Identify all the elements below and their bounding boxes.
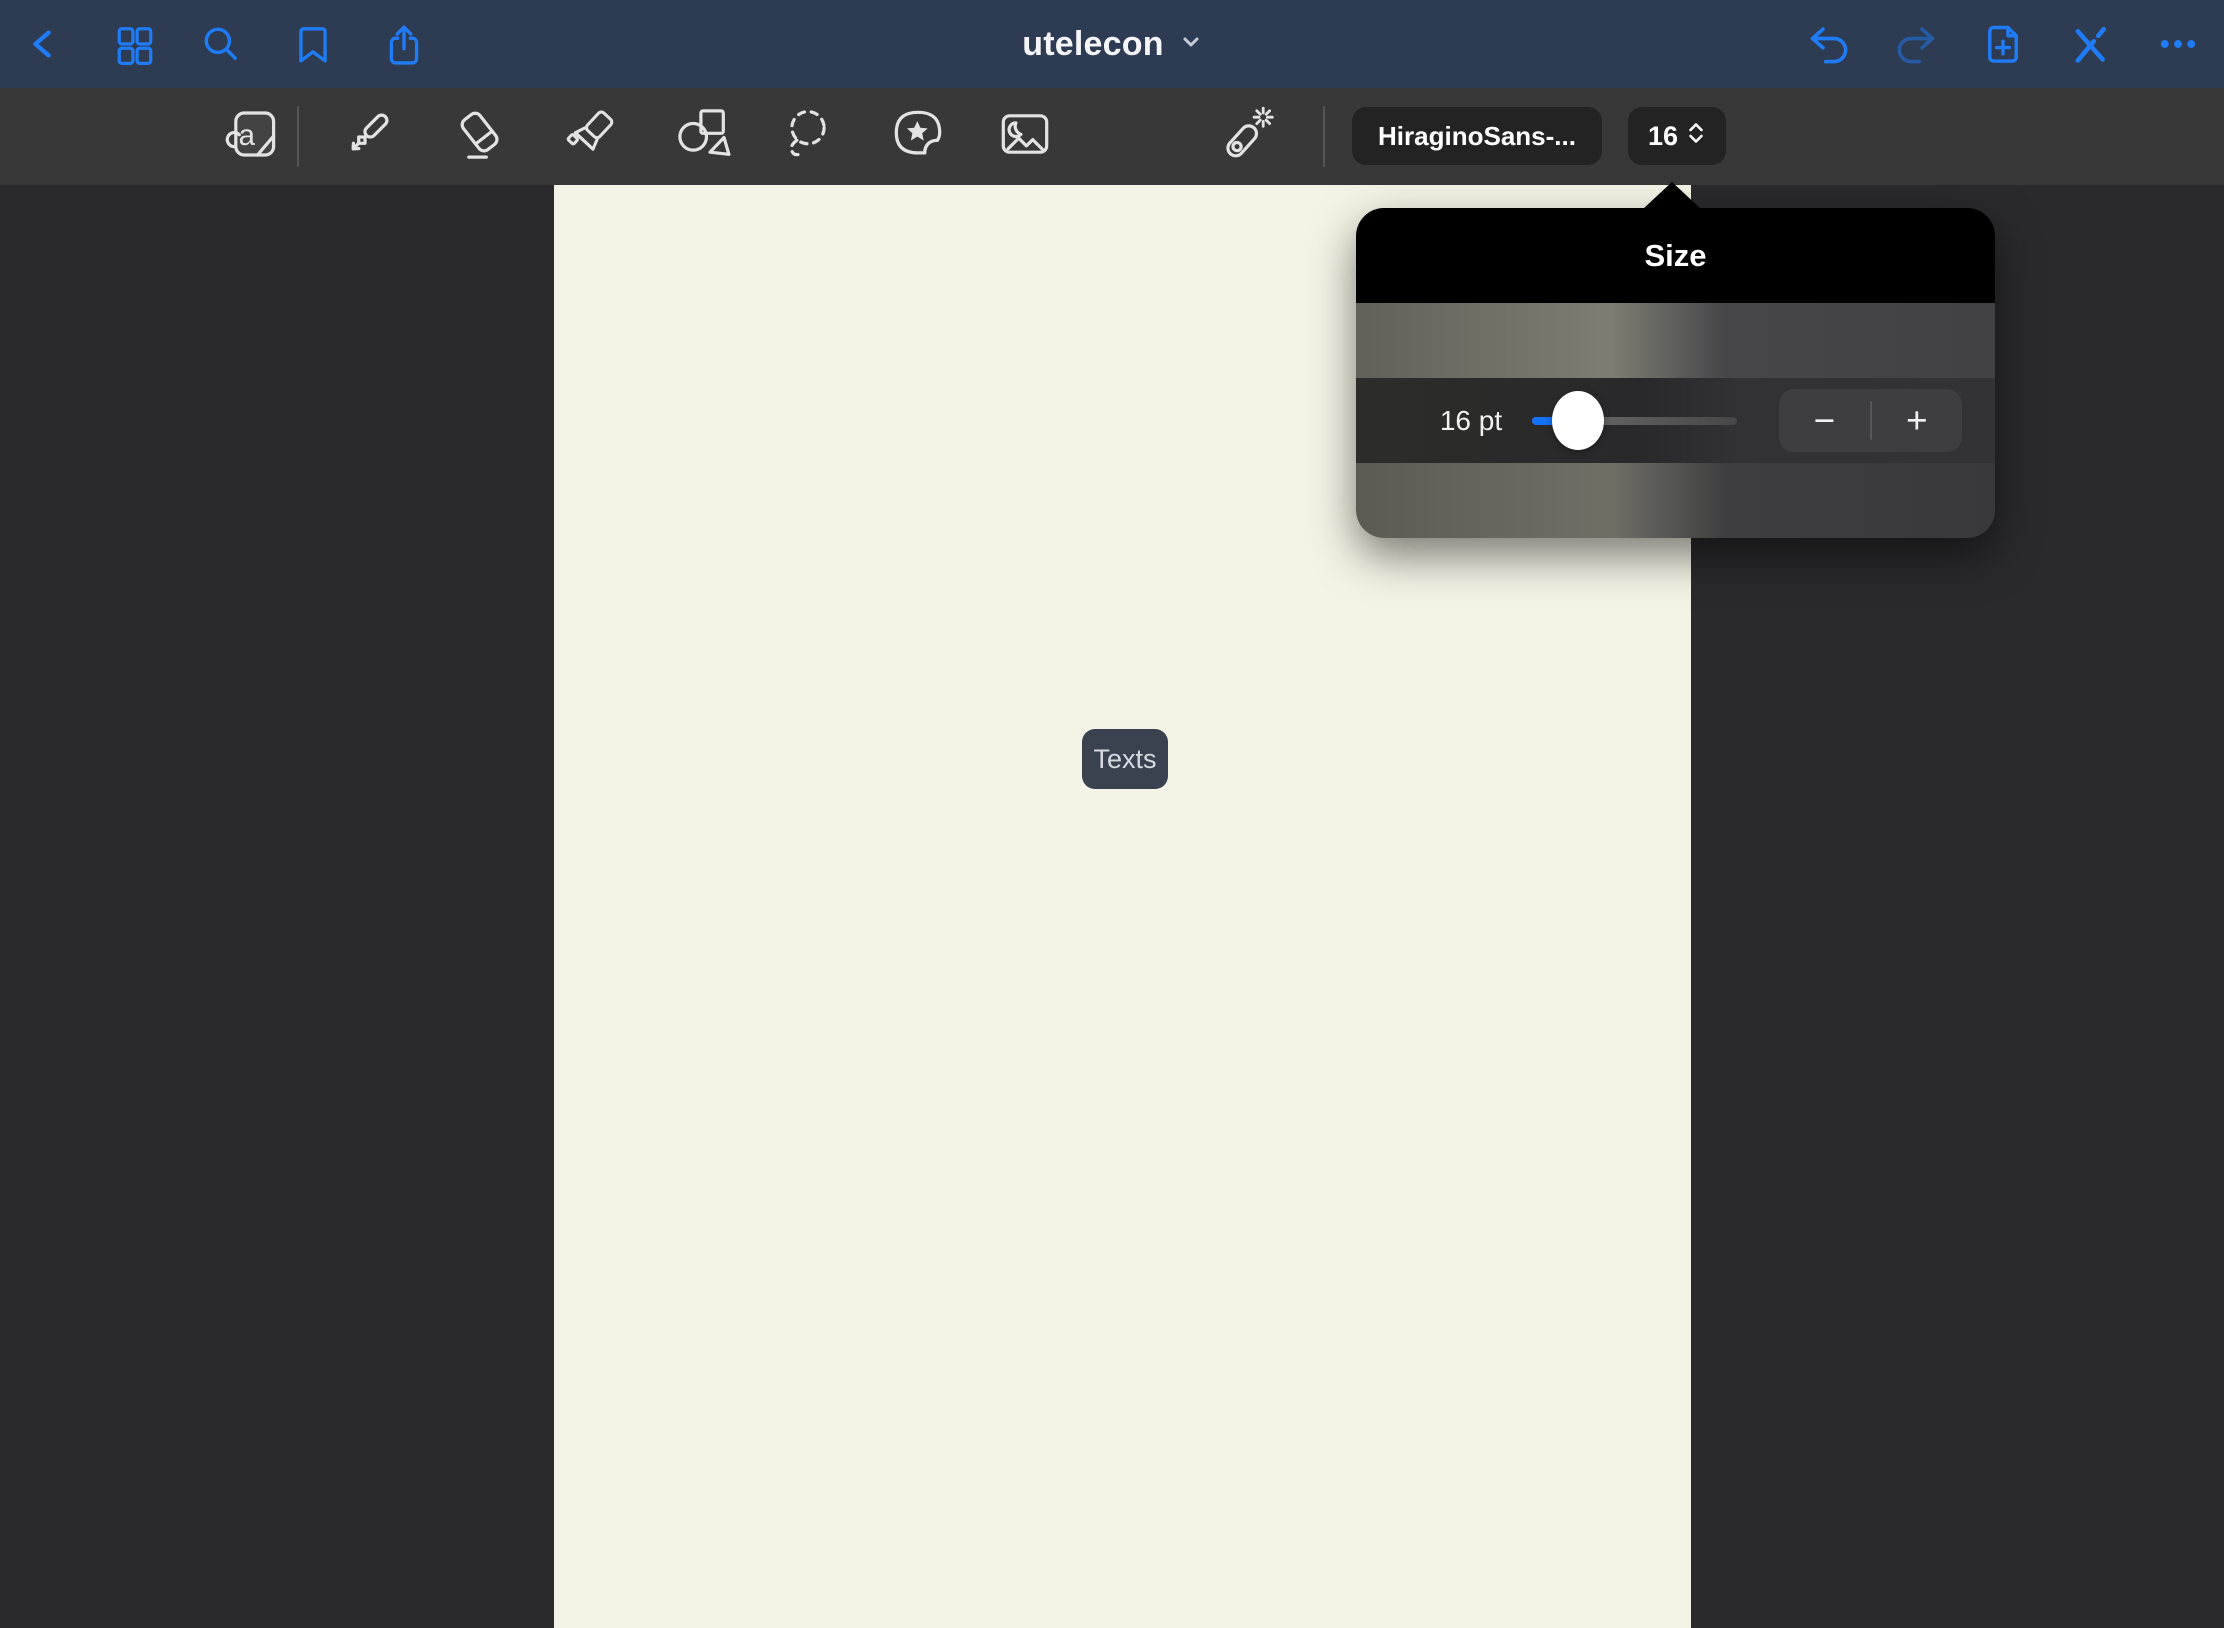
size-stepper: − +: [1779, 389, 1962, 452]
zoom-tool-glyph: a: [239, 119, 256, 152]
highlighter-icon: [563, 106, 619, 167]
top-navbar: utelecon: [0, 0, 2224, 88]
bookmark-button[interactable]: [285, 0, 341, 88]
ellipsis-icon: [2156, 22, 2200, 66]
font-size-button[interactable]: 16: [1628, 107, 1726, 165]
font-family-label: HiraginoSans-...: [1378, 121, 1576, 152]
elements-tool[interactable]: [882, 88, 954, 185]
shapes-tool[interactable]: [667, 88, 739, 185]
size-slider-thumb[interactable]: [1552, 391, 1604, 450]
grid-icon: [114, 23, 156, 65]
size-value-label: 16 pt: [1396, 378, 1546, 463]
font-family-button[interactable]: HiraginoSans-...: [1352, 107, 1602, 165]
pencil-cross-icon: [2068, 22, 2112, 66]
popover-upper-band: [1356, 303, 1995, 378]
read-only-toggle-button[interactable]: [2062, 0, 2118, 88]
lasso-tool[interactable]: [772, 88, 844, 185]
size-decrease-button[interactable]: −: [1779, 389, 1870, 452]
text-object-label: Texts: [1093, 744, 1156, 775]
popover-body: Size 16 pt − +: [1356, 208, 1995, 538]
toolbar-separator: [297, 106, 299, 167]
add-page-button[interactable]: [1975, 0, 2031, 88]
text-object[interactable]: Texts: [1082, 729, 1168, 789]
document-plus-icon: [1981, 22, 2025, 66]
goodnotes-document-screen: utelecon: [0, 0, 2224, 1628]
search-button[interactable]: [193, 0, 249, 88]
undo-icon: [1806, 22, 1850, 66]
lasso-icon: [780, 106, 836, 167]
shapes-icon: [675, 106, 731, 167]
size-popover: Size 16 pt − +: [1356, 181, 1995, 538]
pen-icon: [340, 106, 396, 167]
tools-toolbar: a: [0, 88, 2224, 185]
toolbar-separator: [1323, 106, 1325, 167]
redo-button[interactable]: [1889, 0, 1945, 88]
share-button[interactable]: [376, 0, 432, 88]
pen-tool[interactable]: [332, 88, 404, 185]
zoom-window-icon: a: [226, 106, 282, 167]
popover-header: Size: [1356, 208, 1995, 303]
size-increase-button[interactable]: +: [1872, 389, 1963, 452]
back-button[interactable]: [16, 0, 68, 88]
pages-overview-button[interactable]: [107, 0, 163, 88]
popover-arrow: [1643, 182, 1701, 209]
laser-pointer-tool[interactable]: [1209, 88, 1281, 185]
share-icon: [383, 23, 425, 65]
redo-icon: [1895, 22, 1939, 66]
bookmark-icon: [292, 23, 334, 65]
chevron-down-icon: [1180, 31, 1202, 58]
image-icon: [997, 106, 1053, 167]
image-tool[interactable]: [989, 88, 1061, 185]
document-title-button[interactable]: utelecon: [1022, 25, 1201, 64]
eraser-tool[interactable]: [444, 88, 516, 185]
more-button[interactable]: [2150, 0, 2206, 88]
chevron-left-icon: [26, 22, 58, 66]
zoom-window-tool[interactable]: a: [218, 88, 290, 185]
document-title: utelecon: [1022, 25, 1163, 64]
elements-sticker-icon: [890, 106, 946, 167]
popover-lower-band: [1356, 463, 1995, 538]
search-icon: [200, 23, 242, 65]
stepper-chevrons-icon: [1686, 120, 1706, 153]
highlighter-tool[interactable]: [555, 88, 627, 185]
undo-button[interactable]: [1800, 0, 1856, 88]
size-slider-row: 16 pt − +: [1356, 378, 1995, 463]
font-size-value: 16: [1648, 121, 1678, 152]
popover-title: Size: [1644, 238, 1706, 274]
laser-pointer-icon: [1217, 106, 1273, 167]
eraser-icon: [452, 106, 508, 167]
